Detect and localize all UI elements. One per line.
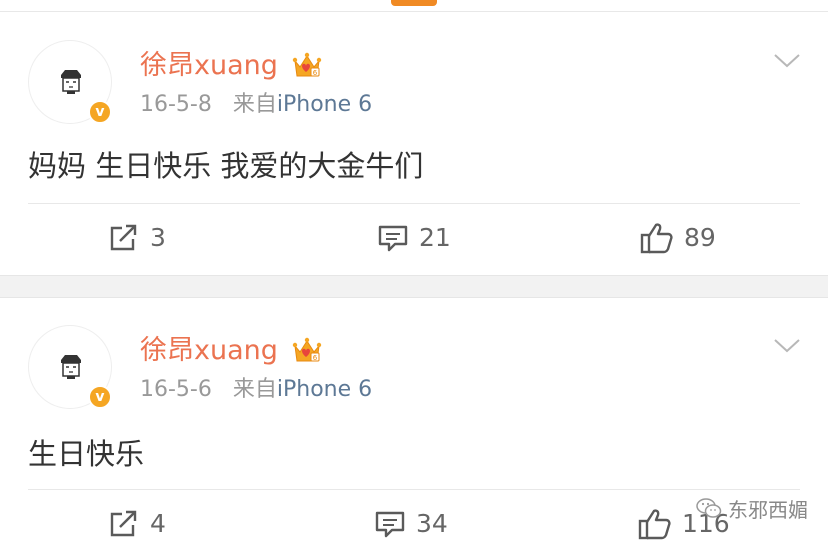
crown-icon[interactable]: 6 xyxy=(292,336,322,366)
feed-post[interactable]: v 徐昂xuang 6 16-5-8 来自iPhone 6 妈妈 生日快乐 我爱… xyxy=(0,13,828,275)
username[interactable]: 徐昂xuang xyxy=(140,334,278,368)
top-strip xyxy=(0,0,828,12)
comment-count: 34 xyxy=(416,509,448,538)
wechat-icon xyxy=(696,498,722,518)
avatar[interactable]: v xyxy=(28,325,112,409)
cartoon-face-icon xyxy=(61,70,81,94)
post-text: 生日快乐 xyxy=(28,437,145,471)
thumbs-up-icon xyxy=(640,223,673,254)
repost-button[interactable]: 3 xyxy=(108,221,166,255)
svg-text:6: 6 xyxy=(313,354,318,362)
svg-text:6: 6 xyxy=(313,69,318,77)
chevron-down-icon[interactable] xyxy=(772,51,802,71)
comment-count: 21 xyxy=(419,223,451,252)
like-button[interactable]: 89 xyxy=(640,221,716,255)
repost-count: 3 xyxy=(150,223,166,252)
chevron-down-icon[interactable] xyxy=(772,336,802,356)
comment-button[interactable]: 21 xyxy=(377,221,451,255)
verified-v-icon: v xyxy=(88,385,112,409)
repost-button[interactable]: 4 xyxy=(108,507,166,541)
thumbs-up-icon xyxy=(638,509,671,540)
divider xyxy=(28,203,800,204)
repost-icon xyxy=(110,510,137,537)
username[interactable]: 徐昂xuang xyxy=(140,49,278,83)
comment-button[interactable]: 34 xyxy=(374,507,448,541)
avatar[interactable]: v xyxy=(28,40,112,124)
post-date: 16-5-8 xyxy=(140,92,212,117)
divider xyxy=(28,489,800,490)
source-prefix: 来自 xyxy=(232,92,277,117)
repost-icon xyxy=(110,224,137,251)
device-link[interactable]: iPhone 6 xyxy=(277,377,372,402)
watermark-text: 东邪西媚 xyxy=(728,497,808,522)
feed-separator xyxy=(0,275,828,298)
device-link[interactable]: iPhone 6 xyxy=(277,92,372,117)
post-date: 16-5-6 xyxy=(140,377,212,402)
watermark: 东邪西媚 xyxy=(696,494,808,522)
crown-icon[interactable]: 6 xyxy=(292,51,322,81)
comment-icon xyxy=(378,225,408,252)
comment-icon xyxy=(375,511,405,538)
scroll-indicator xyxy=(391,0,437,6)
like-count: 89 xyxy=(684,223,716,252)
repost-count: 4 xyxy=(150,509,166,538)
verified-v-icon: v xyxy=(88,100,112,124)
cartoon-face-icon xyxy=(61,355,81,379)
post-meta: 16-5-6 来自iPhone 6 xyxy=(140,376,372,404)
source-prefix: 来自 xyxy=(232,377,277,402)
post-meta: 16-5-8 来自iPhone 6 xyxy=(140,91,372,119)
post-text: 妈妈 生日快乐 我爱的大金牛们 xyxy=(28,149,424,183)
